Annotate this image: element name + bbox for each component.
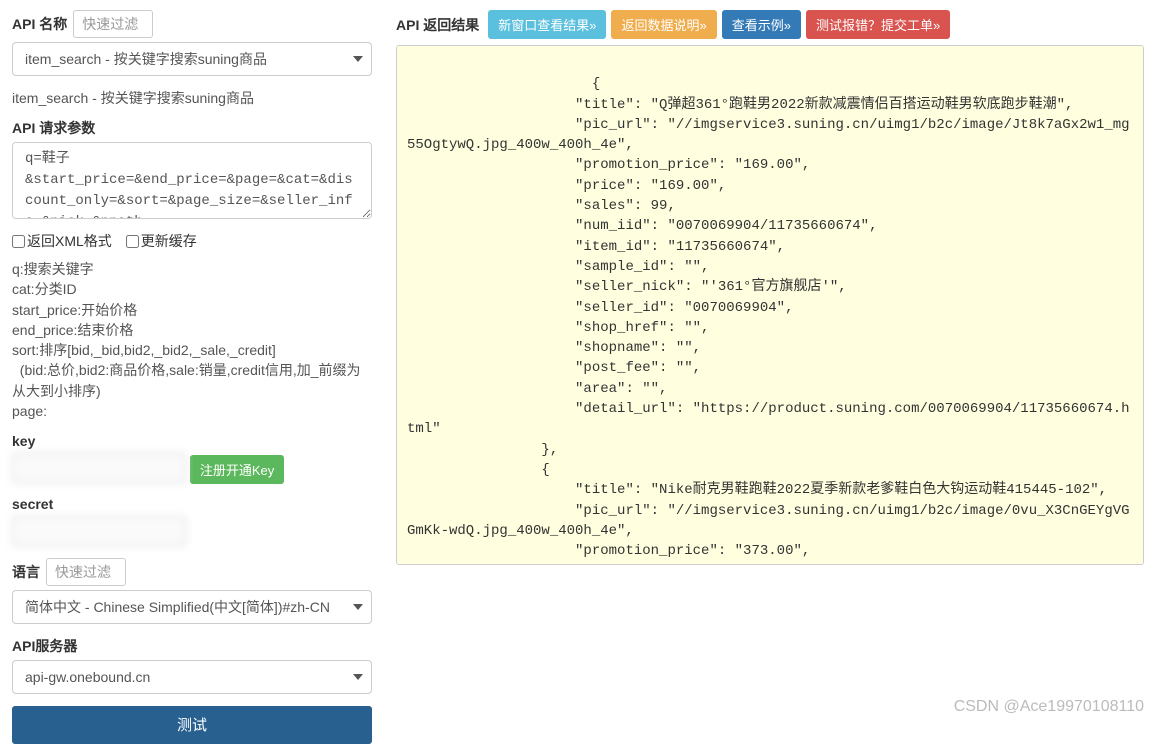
server-select[interactable]: api-gw.onebound.cn [12,660,372,694]
cache-checkbox[interactable] [126,235,139,248]
result-label: API 返回结果 [396,15,479,35]
bug-report-button[interactable]: 测试报错？提交工单» [806,10,950,39]
api-name-select[interactable]: item_search - 按关键字搜索suning商品 [12,42,372,76]
register-key-button[interactable]: 注册开通Key [190,455,284,484]
left-panel: API 名称 item_search - 按关键字搜索suning商品 item… [12,10,372,744]
lang-filter-input[interactable] [46,558,126,586]
secret-input[interactable] [12,516,186,546]
lang-label: 语言 [12,562,40,582]
example-button[interactable]: 查看示例» [722,10,801,39]
new-window-button[interactable]: 新窗口查看结果» [488,10,606,39]
cache-checkbox-label: 更新缓存 [141,231,197,251]
api-breadcrumb: item_search - 按关键字搜索suning商品 [12,88,372,108]
param-help-text: q:搜索关键字 cat:分类ID start_price:开始价格 end_pr… [12,259,372,421]
params-label: API 请求参数 [12,120,95,136]
api-name-filter-input[interactable] [73,10,153,38]
result-json-text: { "title": "Q弹超361°跑鞋男2022新款减震情侣百搭运动鞋男软底… [407,76,1130,565]
secret-label: secret [12,496,53,512]
test-button[interactable]: 测试 [12,706,372,744]
xml-checkbox-label: 返回XML格式 [27,231,112,251]
key-input[interactable] [12,453,186,483]
right-panel: API 返回结果 新窗口查看结果» 返回数据说明» 查看示例» 测试报错？提交工… [396,10,1144,744]
data-doc-button[interactable]: 返回数据说明» [611,10,716,39]
api-name-label: API 名称 [12,14,67,34]
result-json-box[interactable]: { "title": "Q弹超361°跑鞋男2022新款减震情侣百搭运动鞋男软底… [396,45,1144,565]
xml-checkbox[interactable] [12,235,25,248]
key-label: key [12,433,35,449]
lang-select[interactable]: 简体中文 - Chinese Simplified(中文[简体])#zh-CN [12,590,372,624]
params-textarea[interactable]: q=鞋子&start_price=&end_price=&page=&cat=&… [12,142,372,219]
server-label: API服务器 [12,638,77,654]
